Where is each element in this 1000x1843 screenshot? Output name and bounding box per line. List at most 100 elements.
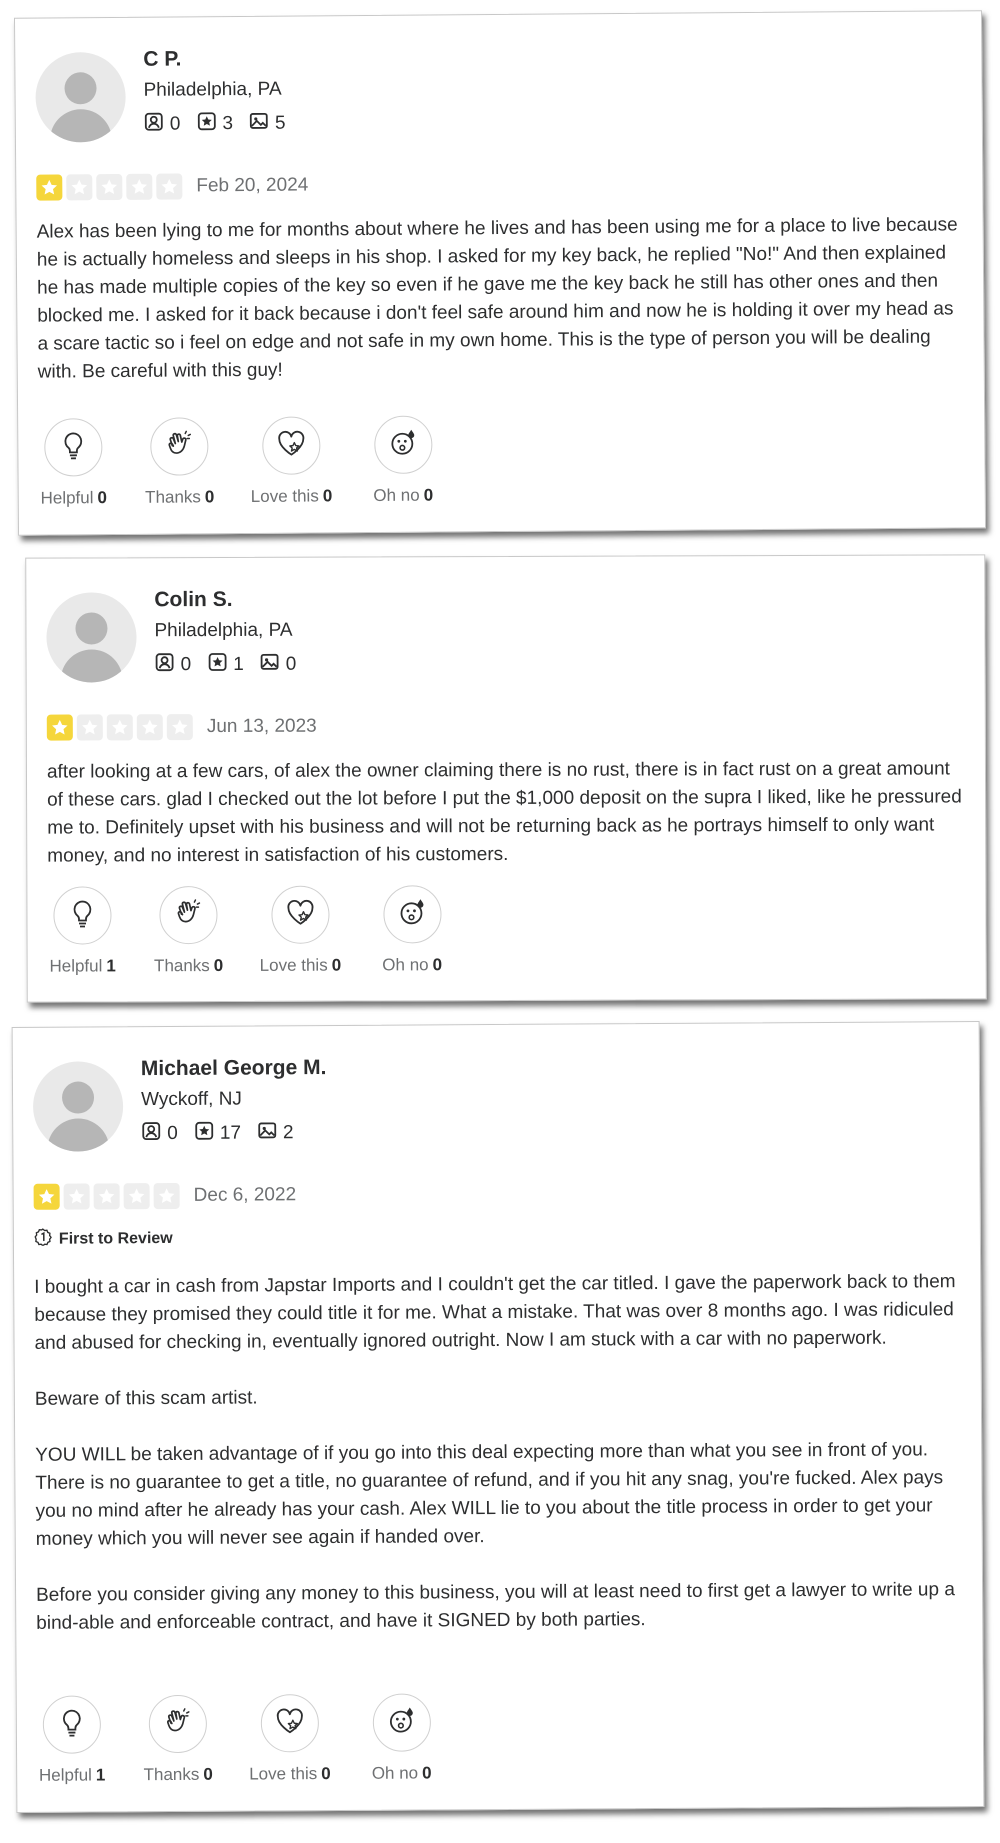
love-this-button[interactable]: Love this 0 <box>259 885 342 976</box>
star-icon <box>33 1183 60 1210</box>
heart-icon <box>275 427 307 464</box>
reviewer-name[interactable]: C P. <box>143 47 181 71</box>
reviewer-stats: 0 3 5 <box>144 111 296 138</box>
friends-count: 0 <box>169 113 181 135</box>
reviewer-stats: 0 17 2 <box>141 1120 303 1147</box>
reaction-count: 1 <box>106 956 116 976</box>
first-to-review-badge: First to Review <box>34 1227 173 1251</box>
reaction-label: Love this <box>259 955 328 975</box>
review-paragraph: after looking at a few cars, of alex the… <box>46 758 962 867</box>
first-review-icon <box>34 1228 52 1251</box>
review-count: 17 <box>219 1122 242 1144</box>
oh-no-button[interactable]: Oh no 0 <box>368 415 439 506</box>
reaction-bar: Helpful 1 Thanks 0 Love this 0 Oh no 0 <box>47 885 447 976</box>
star-icon <box>66 174 93 201</box>
rating-row: Dec 6, 2022 <box>33 1182 297 1210</box>
star-rating <box>36 173 183 201</box>
helpful-button[interactable]: Helpful 1 <box>37 1695 108 1785</box>
reaction-count: 0 <box>97 488 108 508</box>
thanks-button[interactable]: Thanks 0 <box>144 417 215 508</box>
review-count-icon <box>196 111 216 137</box>
photos-icon <box>260 652 280 678</box>
reaction-label: Helpful <box>38 1765 92 1785</box>
review-count-icon <box>207 652 227 678</box>
review-paragraph: Alex has been lying to me for months abo… <box>36 214 958 383</box>
star-rating <box>46 714 193 741</box>
review-paragraph: I bought a car in cash from Japstar Impo… <box>34 1271 956 1354</box>
rating-row: Feb 20, 2024 <box>36 173 308 201</box>
friends-icon <box>144 112 164 138</box>
avatar[interactable] <box>46 592 137 683</box>
oh-no-button[interactable]: Oh no 0 <box>366 1693 437 1783</box>
reaction-label: Oh no <box>371 1763 419 1783</box>
reaction-count: 0 <box>331 955 342 975</box>
reaction-label: Oh no <box>382 955 429 975</box>
reaction-count: 0 <box>321 1764 331 1784</box>
thanks-button[interactable]: Thanks 0 <box>153 886 223 976</box>
reaction-count: 1 <box>95 1765 106 1785</box>
shocked-face-icon <box>385 1704 417 1741</box>
reviewer-name[interactable]: Michael George M. <box>141 1056 327 1081</box>
photos-icon <box>249 111 269 137</box>
reaction-count: 0 <box>423 485 434 505</box>
review-count: 3 <box>222 113 234 135</box>
reviewer-location: Wyckoff, NJ <box>140 1088 242 1111</box>
reaction-label: Helpful <box>40 488 94 508</box>
reaction-label: Thanks <box>154 956 210 976</box>
heart-icon <box>274 1705 306 1742</box>
reaction-bar: Helpful 0 Thanks 0 Love this 0 Oh no 0 <box>38 415 438 508</box>
heart-icon <box>284 896 316 933</box>
lightbulb-icon <box>57 429 89 466</box>
avatar[interactable] <box>32 1061 124 1152</box>
reaction-count: 0 <box>422 1763 432 1783</box>
photos-count: 2 <box>282 1122 294 1144</box>
love-this-button[interactable]: Love this 0 <box>249 1694 331 1784</box>
review-text: I bought a car in cash from Japstar Impo… <box>34 1268 960 1638</box>
photos-count: 5 <box>274 112 286 134</box>
review-paragraph: Beware of this scam artist. <box>34 1387 258 1410</box>
star-rating <box>33 1182 180 1210</box>
reviewer-location: Philadelphia, PA <box>143 78 282 101</box>
review-paragraph: Before you consider giving any money to … <box>36 1579 955 1634</box>
review-text: Alex has been lying to me for months abo… <box>37 211 962 386</box>
review-date: Jun 13, 2023 <box>206 715 317 738</box>
star-icon <box>96 173 123 201</box>
reaction-label: Love this <box>250 486 319 506</box>
reviewer-name[interactable]: Colin S. <box>154 588 232 612</box>
photos-count: 0 <box>285 653 297 675</box>
reaction-count: 0 <box>213 955 224 976</box>
clapping-hands-icon <box>163 428 195 465</box>
shocked-face-icon <box>387 426 419 463</box>
star-icon <box>126 173 153 200</box>
reviewer-stats: 0 1 0 <box>155 652 307 679</box>
star-icon <box>76 714 103 741</box>
oh-no-button[interactable]: Oh no 0 <box>377 885 447 975</box>
star-icon <box>153 1182 180 1210</box>
rating-row: Jun 13, 2023 <box>46 714 317 741</box>
star-icon <box>156 173 183 200</box>
reaction-count: 0 <box>203 1764 213 1784</box>
star-icon <box>63 1183 90 1210</box>
friends-count: 0 <box>180 654 192 676</box>
helpful-button[interactable]: Helpful 1 <box>47 886 117 976</box>
star-icon <box>136 714 163 741</box>
review-card: Michael George M. Wyckoff, NJ 0 17 2 Dec… <box>11 1021 985 1813</box>
star-icon <box>36 174 63 201</box>
review-count: 1 <box>233 653 244 675</box>
love-this-button[interactable]: Love this 0 <box>250 416 332 507</box>
shocked-face-icon <box>396 896 428 933</box>
helpful-button[interactable]: Helpful 0 <box>38 418 109 509</box>
lightbulb-icon <box>66 897 98 934</box>
clapping-hands-icon <box>172 897 204 934</box>
reaction-count: 0 <box>432 955 443 975</box>
review-text: after looking at a few cars, of alex the… <box>47 755 963 870</box>
star-icon <box>106 714 133 741</box>
reviewer-location: Philadelphia, PA <box>154 619 293 642</box>
review-date: Dec 6, 2022 <box>193 1184 297 1206</box>
thanks-button[interactable]: Thanks 0 <box>143 1694 214 1785</box>
reaction-label: Oh no <box>373 485 420 506</box>
photos-icon <box>257 1120 277 1146</box>
reaction-label: Helpful <box>49 956 103 976</box>
star-icon <box>46 714 73 741</box>
avatar[interactable] <box>35 51 126 143</box>
